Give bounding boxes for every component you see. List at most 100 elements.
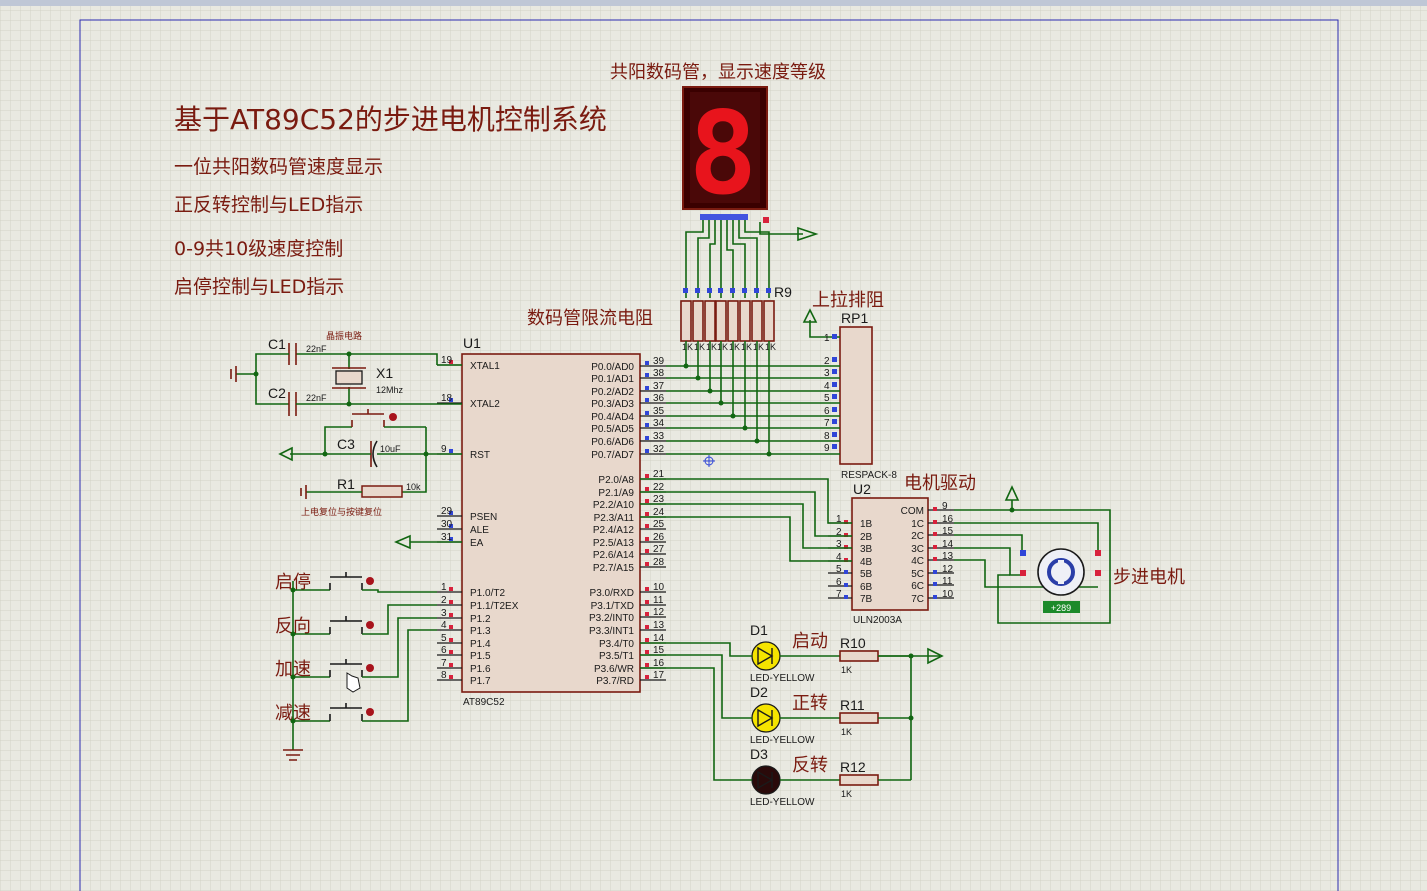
segment-resistor[interactable]: [704, 300, 716, 342]
pin-marker: [933, 520, 937, 524]
display-label: 共阳数码管，显示速度等级: [610, 62, 826, 83]
mcu-pin-number: 28: [653, 557, 665, 568]
junction-dot: [754, 438, 760, 444]
pin-marker: [645, 663, 649, 667]
mcu-pin-name: P3.7/RD: [596, 676, 634, 687]
pin-marker: [645, 650, 649, 654]
led-label: 启动: [792, 631, 828, 652]
resistor-value: 1K: [753, 342, 764, 352]
mcu-pin-name: P1.7: [470, 676, 491, 687]
pin-marker: [645, 562, 649, 566]
driver-label: 电机驱动: [904, 473, 976, 494]
schematic-canvas[interactable]: 基于AT89C52的步进电机控制系统 一位共阳数码管速度显示 正反转控制与LED…: [0, 0, 1427, 891]
led-resistor[interactable]: [839, 712, 879, 724]
segment-resistor[interactable]: [739, 300, 751, 342]
pin-marker: [832, 382, 837, 387]
mcu-pin-name: P1.0/T2: [470, 588, 505, 599]
pin-marker: [933, 557, 937, 561]
segment-resistor[interactable]: [763, 300, 775, 342]
mcu-pin-name: P0.5/AD5: [591, 424, 634, 435]
driver-pin-number: 10: [942, 589, 954, 600]
led-ref: D3: [750, 746, 768, 762]
motor-readout: +289: [1051, 603, 1071, 613]
pin-marker: [645, 398, 649, 402]
pin-marker: [645, 423, 649, 427]
junction-dot: [766, 451, 772, 457]
driver-pin-name: 5C: [911, 569, 924, 580]
mcu-pin-name: P2.1/A9: [598, 488, 634, 499]
pin-marker: [683, 288, 688, 293]
pin-marker: [645, 512, 649, 516]
mcu-pin-number: 6: [441, 645, 447, 656]
led-resistor-ref: R12: [840, 759, 866, 775]
led-resistor[interactable]: [839, 650, 879, 662]
led-label: 正转: [792, 693, 828, 714]
mcu-pin-name: P0.7/AD7: [591, 450, 634, 461]
mcu-pin-number: 30: [441, 519, 453, 530]
mcu-pin-number: 11: [653, 595, 664, 606]
mcu-pin-name: P0.4/AD4: [591, 412, 634, 423]
segment-resistor[interactable]: [727, 300, 739, 342]
segment-resistor[interactable]: [692, 300, 704, 342]
mcu-pin-number: 1: [441, 582, 447, 593]
driver-pin-name: 4C: [911, 556, 924, 567]
segment-resistor[interactable]: [751, 300, 763, 342]
pin-marker: [645, 487, 649, 491]
feature-note-1: 一位共阳数码管速度显示: [174, 156, 383, 178]
rp1-pack[interactable]: [839, 326, 873, 465]
mcu-pin-name: P2.3/A11: [594, 513, 635, 524]
pin-marker: [645, 449, 649, 453]
pin-marker: [645, 587, 649, 591]
led-resistor-ref: R11: [840, 697, 865, 713]
pin-marker: [645, 386, 649, 390]
mcu-pin-name: P1.6: [470, 664, 491, 675]
pin-marker: [832, 419, 837, 424]
pin-marker: [645, 638, 649, 642]
pin-marker: [754, 288, 759, 293]
mcu-pin-name: XTAL2: [470, 399, 500, 410]
pin-marker: [933, 570, 937, 574]
mcu-pin-name: P2.7/A15: [593, 563, 635, 574]
driver-pin-number: 5: [836, 564, 842, 575]
mcu-pin-name: P2.0/A8: [598, 475, 634, 486]
driver-pin-name: 7B: [860, 594, 873, 605]
resistor-value: 1K: [694, 342, 705, 352]
pin-marker: [449, 638, 453, 642]
segment-resistor[interactable]: [715, 300, 727, 342]
mcu-pin-name: P2.5/A13: [593, 538, 635, 549]
page-title: 基于AT89C52的步进电机控制系统: [174, 103, 607, 136]
junction-dot: [695, 375, 701, 381]
pin-marker: [645, 675, 649, 679]
driver-pin-name: 6C: [911, 581, 924, 592]
rp1-part: RESPACK-8: [841, 470, 897, 481]
driver-pin-name: 3B: [860, 544, 873, 555]
mcu-pin-name: P0.3/AD3: [591, 399, 634, 410]
rp1-pin-number: 1: [824, 333, 830, 344]
pin-marker: [645, 436, 649, 440]
mcu-pin-name: P0.6/AD6: [591, 437, 634, 448]
driver-pin-name: 1B: [860, 519, 873, 530]
led-resistor[interactable]: [839, 774, 879, 786]
mcu-pin-name: P1.4: [470, 639, 491, 650]
segment-resistor[interactable]: [680, 300, 692, 342]
led-part: LED-YELLOW: [750, 797, 815, 808]
mcu-pin-number: 38: [653, 368, 665, 379]
mcu-pin-name: PSEN: [470, 512, 497, 523]
led-resistor-value: 1K: [841, 665, 852, 675]
resistor-value: 1K: [765, 342, 776, 352]
led-body: [751, 703, 781, 733]
mcu-pin-name: P3.1/TXD: [591, 601, 634, 612]
mcu-pin-name: P3.0/RXD: [590, 588, 634, 599]
led-body: [751, 765, 781, 795]
feature-note-3: 0-9共10级速度控制: [174, 238, 343, 260]
pin-marker: [766, 288, 771, 293]
mcu-pin-number: 27: [653, 544, 665, 555]
pin-marker: [832, 394, 837, 399]
mcu-ref: U1: [463, 335, 481, 351]
driver-pin-number: 14: [942, 539, 954, 550]
mcu-pin-name: P1.2: [470, 614, 491, 625]
pin-marker: [645, 361, 649, 365]
driver-pin-name: 4B: [860, 557, 873, 568]
mcu-pin-name: P3.5/T1: [599, 651, 634, 662]
seven-segment-display[interactable]: 8: [682, 86, 768, 220]
